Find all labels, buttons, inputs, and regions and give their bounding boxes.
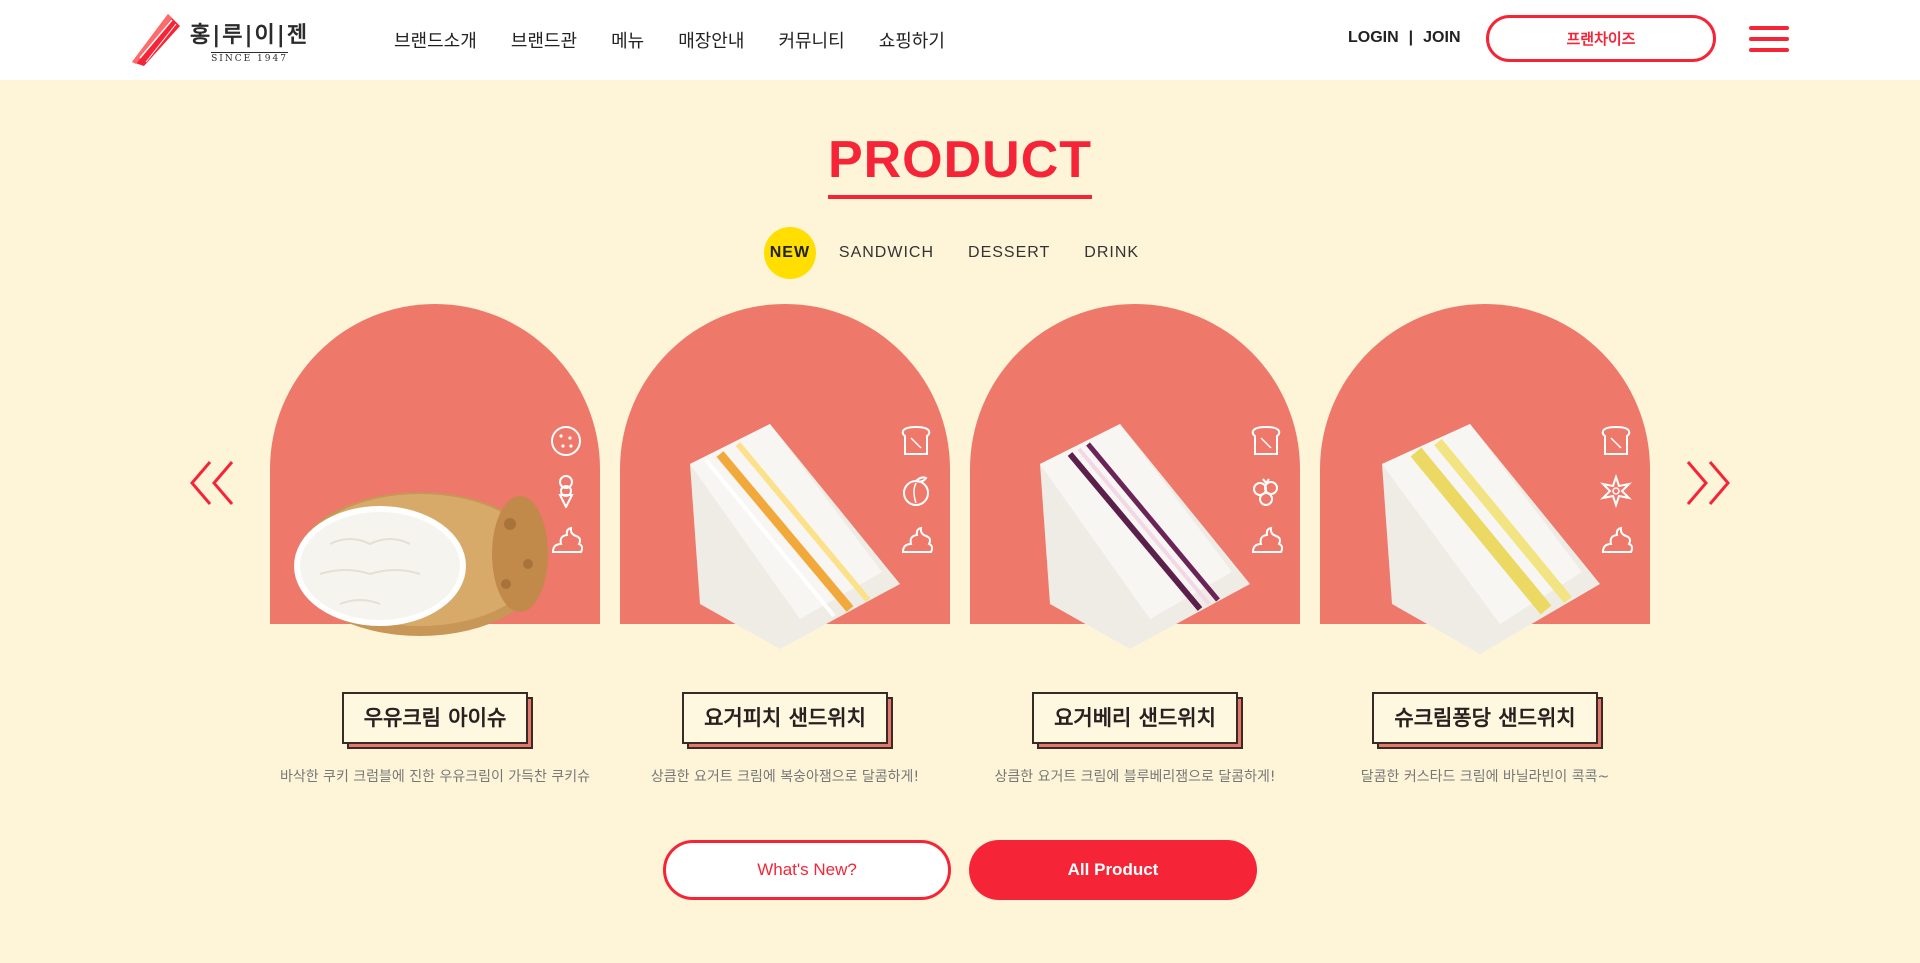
hamburger-icon[interactable] bbox=[1749, 26, 1789, 52]
berry-icon bbox=[1253, 478, 1278, 506]
product-name-box: 슈크림퐁당 샌드위치 bbox=[1320, 692, 1650, 749]
tab-drink[interactable]: DRINK bbox=[1084, 244, 1139, 262]
product-buttons: What's New? All Product bbox=[0, 840, 1920, 900]
main-nav: 브랜드소개 브랜드관 메뉴 매장안내 커뮤니티 쇼핑하기 bbox=[394, 27, 979, 53]
ingredient-icons bbox=[898, 424, 934, 574]
cream-icon bbox=[1601, 526, 1633, 553]
product-name-box: 우유크림 아이슈 bbox=[270, 692, 600, 749]
product-name-box: 요거피치 샌드위치 bbox=[620, 692, 950, 749]
product-desc: 상큼한 요거트 크림에 복숭아잼으로 달콤하게! bbox=[650, 769, 920, 785]
brand-name: 홍|루|이|젠 bbox=[190, 22, 310, 48]
all-product-button[interactable]: All Product bbox=[969, 840, 1257, 900]
ingredient-icons bbox=[1598, 424, 1634, 574]
ice-cream-icon bbox=[558, 475, 574, 508]
double-chevron-left-icon[interactable] bbox=[188, 460, 240, 506]
nav-item-brand-hall[interactable]: 브랜드관 bbox=[511, 27, 577, 53]
product-desc: 상큼한 요거트 크림에 블루베리잼으로 달콤하게! bbox=[994, 769, 1276, 785]
nav-item-community[interactable]: 커뮤니티 bbox=[778, 27, 844, 53]
brand-since: SINCE 1947 bbox=[211, 51, 288, 64]
franchise-button[interactable]: 프랜차이즈 bbox=[1486, 15, 1716, 62]
product-name-box: 요거베리 샌드위치 bbox=[970, 692, 1300, 749]
bread-icon bbox=[1601, 425, 1631, 455]
cream-icon bbox=[1251, 526, 1283, 553]
ingredient-icons bbox=[548, 424, 584, 574]
peach-icon bbox=[903, 476, 929, 506]
join-link[interactable]: JOIN bbox=[1423, 29, 1460, 47]
sandwich-logo-icon bbox=[132, 14, 180, 66]
product-carousel: 우유크림 아이슈 바삭한 쿠키 크럼블에 진한 우유크림이 가득찬 쿠키슈 요거… bbox=[270, 304, 1654, 844]
tab-new[interactable]: NEW bbox=[763, 227, 816, 279]
product-name[interactable]: 슈크림퐁당 샌드위치 bbox=[1372, 692, 1598, 744]
product-name[interactable]: 요거베리 샌드위치 bbox=[1032, 692, 1238, 744]
auth-links: LOGIN | JOIN bbox=[1348, 29, 1461, 47]
double-chevron-right-icon[interactable] bbox=[1680, 460, 1732, 506]
login-link[interactable]: LOGIN bbox=[1348, 29, 1399, 47]
auth-separator: | bbox=[1408, 29, 1414, 46]
brand-logo[interactable]: 홍|루|이|젠 SINCE 1947 bbox=[128, 12, 309, 68]
product-desc: 바삭한 쿠키 크럼블에 진한 우유크림이 가득찬 쿠키슈 bbox=[279, 769, 591, 785]
nav-item-stores[interactable]: 매장안내 bbox=[678, 27, 744, 53]
product-name[interactable]: 요거피치 샌드위치 bbox=[682, 692, 888, 744]
nav-item-menu[interactable]: 메뉴 bbox=[611, 27, 644, 53]
cream-icon bbox=[901, 526, 933, 553]
section-title: PRODUCT bbox=[827, 131, 1093, 200]
tab-sandwich[interactable]: SANDWICH bbox=[839, 244, 934, 262]
nav-item-shopping[interactable]: 쇼핑하기 bbox=[879, 27, 945, 53]
product-name[interactable]: 우유크림 아이슈 bbox=[341, 692, 529, 744]
site-header: 홍|루|이|젠 SINCE 1947 브랜드소개 브랜드관 메뉴 매장안내 커뮤… bbox=[0, 0, 1920, 80]
logo-text: 홍|루|이|젠 SINCE 1947 bbox=[190, 17, 309, 64]
cookie-icon bbox=[551, 426, 581, 456]
product-tabs: NEW SANDWICH DESSERT DRINK bbox=[0, 227, 1920, 279]
vanilla-flower-icon bbox=[1599, 474, 1633, 508]
cream-icon bbox=[551, 526, 583, 553]
product-section: PRODUCT NEW SANDWICH DESSERT DRINK 우유크림 … bbox=[0, 80, 1920, 963]
section-title-wrap: PRODUCT bbox=[0, 131, 1920, 200]
ingredient-icons bbox=[1248, 424, 1284, 574]
product-desc: 달콤한 커스타드 크림에 바닐라빈이 콕콕~ bbox=[1360, 769, 1610, 785]
bread-icon bbox=[901, 425, 931, 455]
tab-dessert[interactable]: DESSERT bbox=[968, 244, 1050, 262]
bread-icon bbox=[1251, 425, 1281, 455]
whats-new-button[interactable]: What's New? bbox=[663, 840, 951, 900]
nav-item-brand-intro[interactable]: 브랜드소개 bbox=[394, 27, 477, 53]
